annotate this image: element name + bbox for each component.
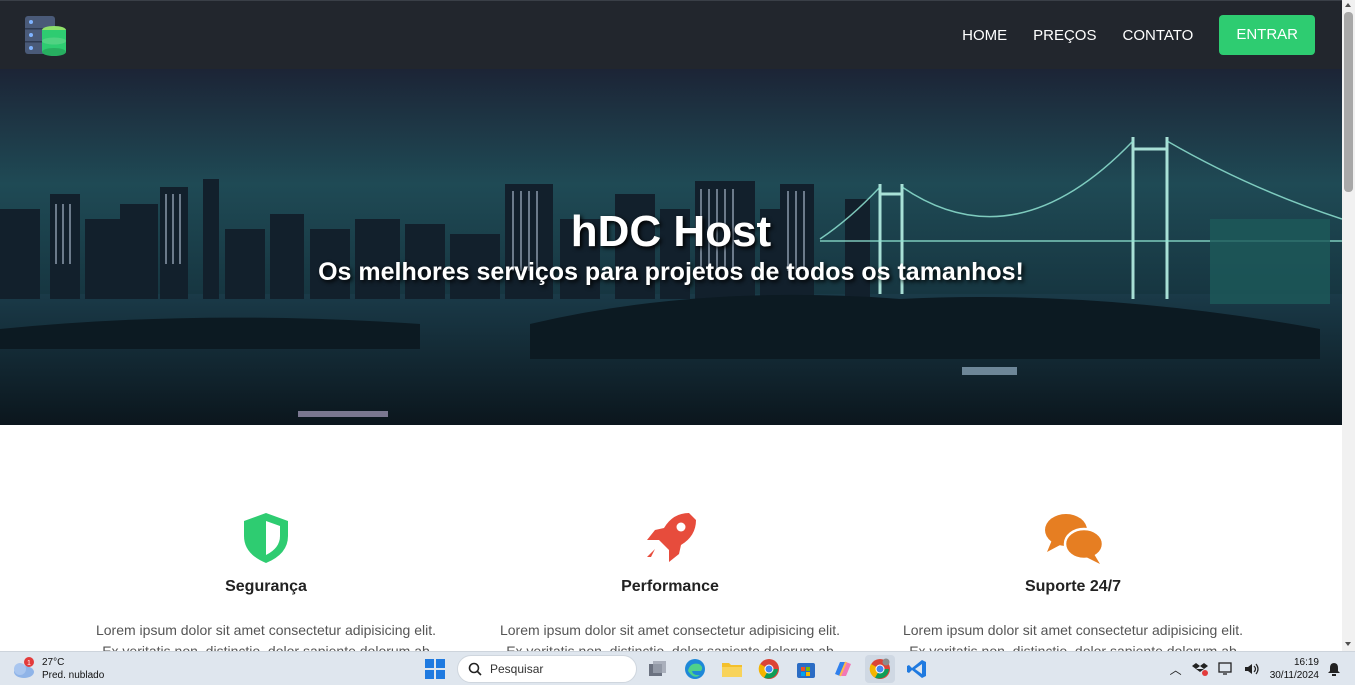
nav-precos-link[interactable]: PREÇOS <box>1033 27 1096 44</box>
weather-temp: 27°C <box>42 657 65 668</box>
task-view-icon <box>649 661 666 676</box>
weather-badge: 1 <box>27 660 31 667</box>
feature-card-suporte: Suporte 24/7 Lorem ipsum dolor sit amet … <box>893 510 1253 651</box>
clock-date: 30/11/2024 <box>1269 670 1319 681</box>
edge-icon <box>685 659 705 679</box>
store-app[interactable] <box>791 655 821 683</box>
search-placeholder: Pesquisar <box>490 662 544 676</box>
scroll-up-arrow-icon[interactable] <box>1345 3 1351 7</box>
notification-bell-icon[interactable] <box>1327 662 1341 676</box>
features-section: Segurança Lorem ipsum dolor sit amet con… <box>0 425 1342 651</box>
feature-title: Suporte 24/7 <box>1024 578 1122 595</box>
logo-icon[interactable] <box>24 14 68 58</box>
browser-viewport: HOME PREÇOS CONTATO ENTRAR hDC Host Os m… <box>0 0 1342 651</box>
nav-links: HOME PREÇOS CONTATO ENTRAR <box>962 15 1315 55</box>
cloud-weather-icon: 1 <box>14 657 34 678</box>
taskbar-center: Pesquisar <box>420 655 939 683</box>
folder-icon <box>722 663 742 677</box>
start-button[interactable] <box>420 655 450 683</box>
copilot-icon <box>835 661 851 677</box>
weather-text: 27°C Pred. nublado <box>42 656 104 682</box>
feature-card-performance: Performance Lorem ipsum dolor sit amet c… <box>490 510 850 651</box>
feature-title: Segurança <box>225 578 307 595</box>
nav-contato-link[interactable]: CONTATO <box>1122 27 1193 44</box>
volume-icon[interactable] <box>1244 662 1260 676</box>
hero-banner: hDC Host Os melhores serviços para proje… <box>0 69 1342 425</box>
scroll-down-arrow-icon[interactable] <box>1345 642 1351 646</box>
chat-bubbles-icon <box>1045 514 1105 564</box>
system-tray: ︿ 16:19 30/11/2024 <box>1170 656 1341 682</box>
weather-widget[interactable]: 1 27°C Pred. nublado <box>10 656 104 682</box>
windows-taskbar: 1 27°C Pred. nublado Pesquisar ︿ 16:19 3… <box>0 651 1355 685</box>
hero-title: hDC Host <box>570 207 772 256</box>
vscode-app[interactable] <box>902 655 932 683</box>
page-scrollbar[interactable] <box>1342 0 1355 651</box>
task-view-button[interactable] <box>643 655 673 683</box>
rocket-icon <box>647 513 696 562</box>
chrome-app[interactable] <box>754 655 784 683</box>
vscode-icon <box>907 660 926 678</box>
chrome-active-app[interactable] <box>865 655 895 683</box>
search-icon <box>468 662 482 676</box>
hero-subtitle: Os melhores serviços para projetos de to… <box>318 258 1024 286</box>
scrollbar-thumb[interactable] <box>1344 12 1353 192</box>
network-icon[interactable] <box>1218 662 1234 676</box>
feature-text: Lorem ipsum dolor sit amet consectetur a… <box>499 622 841 651</box>
feature-text: Lorem ipsum dolor sit amet consectetur a… <box>902 622 1244 651</box>
store-icon <box>797 663 815 678</box>
taskbar-search[interactable]: Pesquisar <box>457 655 637 683</box>
enter-button[interactable]: ENTRAR <box>1219 15 1315 55</box>
nav-home-link[interactable]: HOME <box>962 27 1007 44</box>
clock-time: 16:19 <box>1293 657 1319 668</box>
feature-text: Lorem ipsum dolor sit amet consectetur a… <box>95 622 437 651</box>
windows-logo-icon <box>425 659 445 679</box>
feature-card-seguranca: Segurança Lorem ipsum dolor sit amet con… <box>86 510 446 651</box>
chrome-profile-icon <box>869 658 890 679</box>
dropbox-icon[interactable] <box>1191 662 1208 676</box>
navbar: HOME PREÇOS CONTATO ENTRAR <box>0 0 1342 69</box>
chrome-icon <box>758 659 779 679</box>
taskbar-clock[interactable]: 16:19 30/11/2024 <box>1270 656 1319 682</box>
chevron-up-icon[interactable]: ︿ <box>1170 661 1182 678</box>
edge-app[interactable] <box>680 655 710 683</box>
copilot-app[interactable] <box>828 655 858 683</box>
file-explorer-app[interactable] <box>717 655 747 683</box>
weather-desc: Pred. nublado <box>42 670 105 681</box>
feature-title: Performance <box>621 578 719 595</box>
shield-icon <box>244 513 288 563</box>
